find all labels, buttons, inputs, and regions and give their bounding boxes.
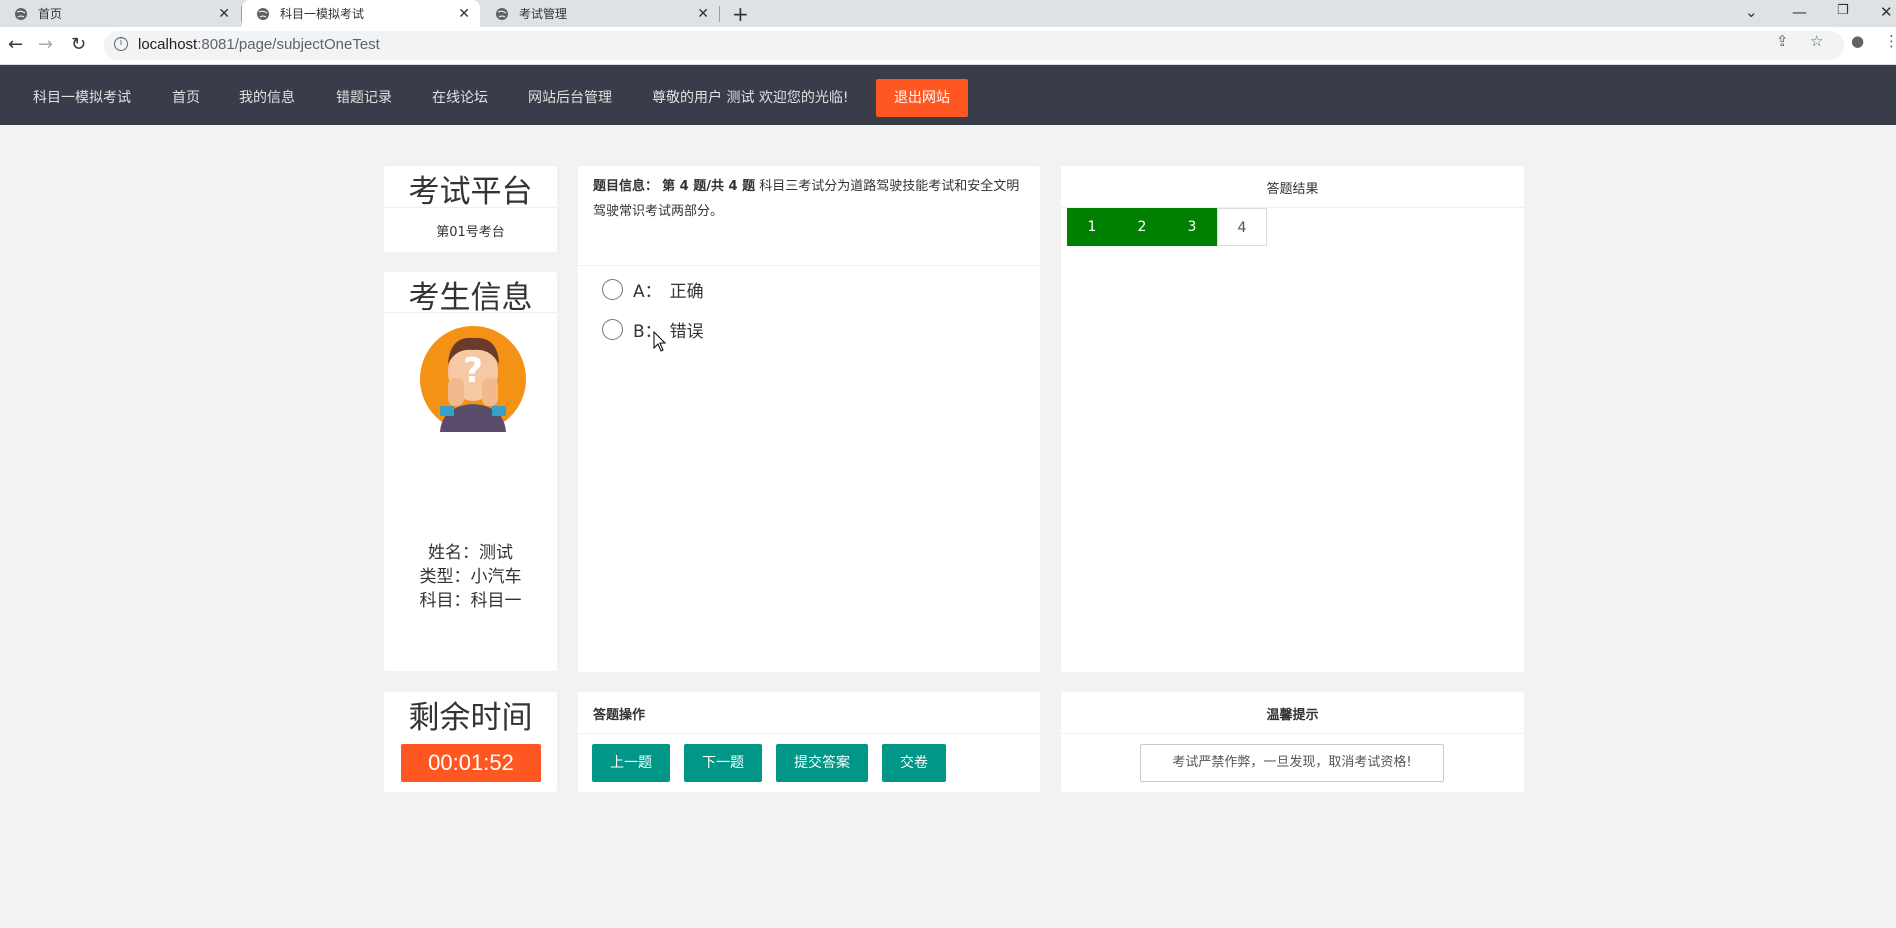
answer-box-2[interactable]: 2	[1117, 208, 1167, 246]
student-type: 类型：小汽车	[419, 567, 522, 587]
url-host: localhost	[138, 36, 198, 53]
prev-question-button[interactable]: 上一题	[592, 744, 670, 782]
avatar: ?	[420, 326, 526, 432]
close-icon[interactable]: ✕	[458, 6, 470, 22]
reload-icon[interactable]: ↻	[71, 34, 86, 55]
option-text: 错误	[669, 322, 704, 342]
answer-box-3[interactable]: 3	[1167, 208, 1217, 246]
address-bar: ← → ↻ i localhost:8081/page/subjectOneTe…	[0, 27, 1896, 65]
new-tab-plus-icon[interactable]: +	[732, 2, 749, 26]
tab-search-chevron-icon[interactable]: ⌄	[1745, 3, 1758, 21]
back-arrow-icon[interactable]: ←	[8, 34, 23, 55]
student-name: 姓名：测试	[428, 543, 513, 563]
nav-brand[interactable]: 科目一模拟考试	[33, 87, 131, 107]
question-text: 题目信息： 第 4 题/共 4 题 科目三考试分为道路驾驶技能考试和安全文明驾驶…	[593, 174, 1021, 224]
submit-answer-button[interactable]: 提交答案	[776, 744, 868, 782]
option-key: A：	[633, 282, 662, 302]
divider	[578, 733, 1040, 734]
radio-button[interactable]	[602, 279, 623, 300]
hand-in-button[interactable]: 交卷	[882, 744, 946, 782]
question-progress: 第 4 题/共 4 题	[662, 179, 756, 194]
divider	[578, 265, 1040, 266]
student-card: 考生信息 ? 姓名：测试 类型：小汽车 科目：科目一	[384, 272, 557, 671]
tab-title: 考试管理	[519, 7, 568, 21]
operations-card: 答题操作 上一题 下一题 提交答案 交卷	[578, 692, 1040, 792]
nav-item-forum[interactable]: 在线论坛	[432, 87, 488, 107]
forward-arrow-icon[interactable]: →	[38, 34, 53, 55]
globe-icon	[257, 7, 269, 20]
nav-welcome[interactable]: 尊敬的用户 测试 欢迎您的光临!	[652, 87, 849, 107]
timer-card: 剩余时间 00:01:52	[384, 692, 557, 792]
nav-item-wrong-records[interactable]: 错题记录	[336, 87, 392, 107]
results-title: 答题结果	[1266, 182, 1319, 197]
close-icon[interactable]: ✕	[218, 6, 230, 22]
tab-title: 首页	[38, 7, 63, 21]
question-label: 题目信息：	[593, 179, 659, 194]
close-window-icon[interactable]: ✕	[1880, 3, 1893, 21]
option-text: 正确	[669, 282, 704, 302]
tip-message: 考试严禁作弊，一旦发现，取消考试资格!	[1140, 744, 1444, 782]
menu-dots-icon[interactable]: ⋮	[1884, 32, 1896, 50]
tips-card: 温馨提示 考试严禁作弊，一旦发现，取消考试资格!	[1061, 692, 1524, 792]
bookmark-star-icon[interactable]: ☆	[1810, 32, 1823, 50]
globe-icon	[496, 7, 508, 20]
browser-tab-bar: 首页 ✕ 科目一模拟考试 ✕ 考试管理 ✕ + ⌄ — ❐ ✕	[0, 0, 1896, 27]
option-a[interactable]: A： 正确	[602, 277, 704, 302]
nav-item-home[interactable]: 首页	[172, 87, 200, 107]
site-info-icon[interactable]: i	[114, 37, 128, 51]
nav-item-admin[interactable]: 网站后台管理	[528, 87, 612, 107]
minimize-icon[interactable]: —	[1792, 3, 1807, 21]
site-nav: 科目一模拟考试 首页 我的信息 错题记录 在线论坛 网站后台管理 尊敬的用户 测…	[0, 65, 1896, 125]
tips-title: 温馨提示	[1266, 708, 1319, 723]
mouse-cursor-icon	[653, 331, 667, 352]
answer-box-1[interactable]: 1	[1067, 208, 1117, 246]
next-question-button[interactable]: 下一题	[684, 744, 762, 782]
close-icon[interactable]: ✕	[697, 6, 709, 22]
profile-icon[interactable]: ●	[1851, 32, 1864, 50]
countdown-timer: 00:01:52	[401, 744, 541, 782]
radio-button[interactable]	[602, 319, 623, 340]
results-card: 答题结果 1 2 3 4	[1061, 166, 1524, 672]
timer-title: 剩余时间	[408, 700, 533, 736]
student-title: 考生信息	[408, 280, 533, 316]
platform-card: 考试平台 第01号考台	[384, 166, 557, 252]
svg-text:?: ?	[463, 351, 483, 391]
student-subject: 科目：科目一	[419, 591, 522, 611]
answer-box-4[interactable]: 4	[1217, 208, 1267, 246]
tab-title: 科目一模拟考试	[280, 7, 365, 21]
station-label: 第01号考台	[436, 225, 505, 240]
browser-tab-home[interactable]: 首页 ✕	[0, 0, 240, 27]
url-input[interactable]: i localhost:8081/page/subjectOneTest	[104, 31, 1844, 60]
divider	[1061, 733, 1524, 734]
question-card: 题目信息： 第 4 题/共 4 题 科目三考试分为道路驾驶技能考试和安全文明驾驶…	[578, 166, 1040, 672]
divider	[384, 207, 557, 208]
platform-title: 考试平台	[408, 174, 533, 210]
browser-tab-admin[interactable]: 考试管理 ✕	[481, 0, 719, 27]
tab-divider	[719, 6, 720, 22]
operations-title: 答题操作	[593, 708, 646, 723]
logout-button[interactable]: 退出网站	[876, 79, 968, 117]
url-path: :8081/page/subjectOneTest	[197, 36, 380, 53]
nav-item-my-info[interactable]: 我的信息	[239, 87, 295, 107]
share-icon[interactable]: ⇪	[1776, 32, 1789, 50]
browser-tab-exam[interactable]: 科目一模拟考试 ✕	[242, 0, 480, 27]
restore-icon[interactable]: ❐	[1837, 3, 1849, 18]
divider	[384, 312, 557, 313]
globe-icon	[15, 7, 27, 20]
